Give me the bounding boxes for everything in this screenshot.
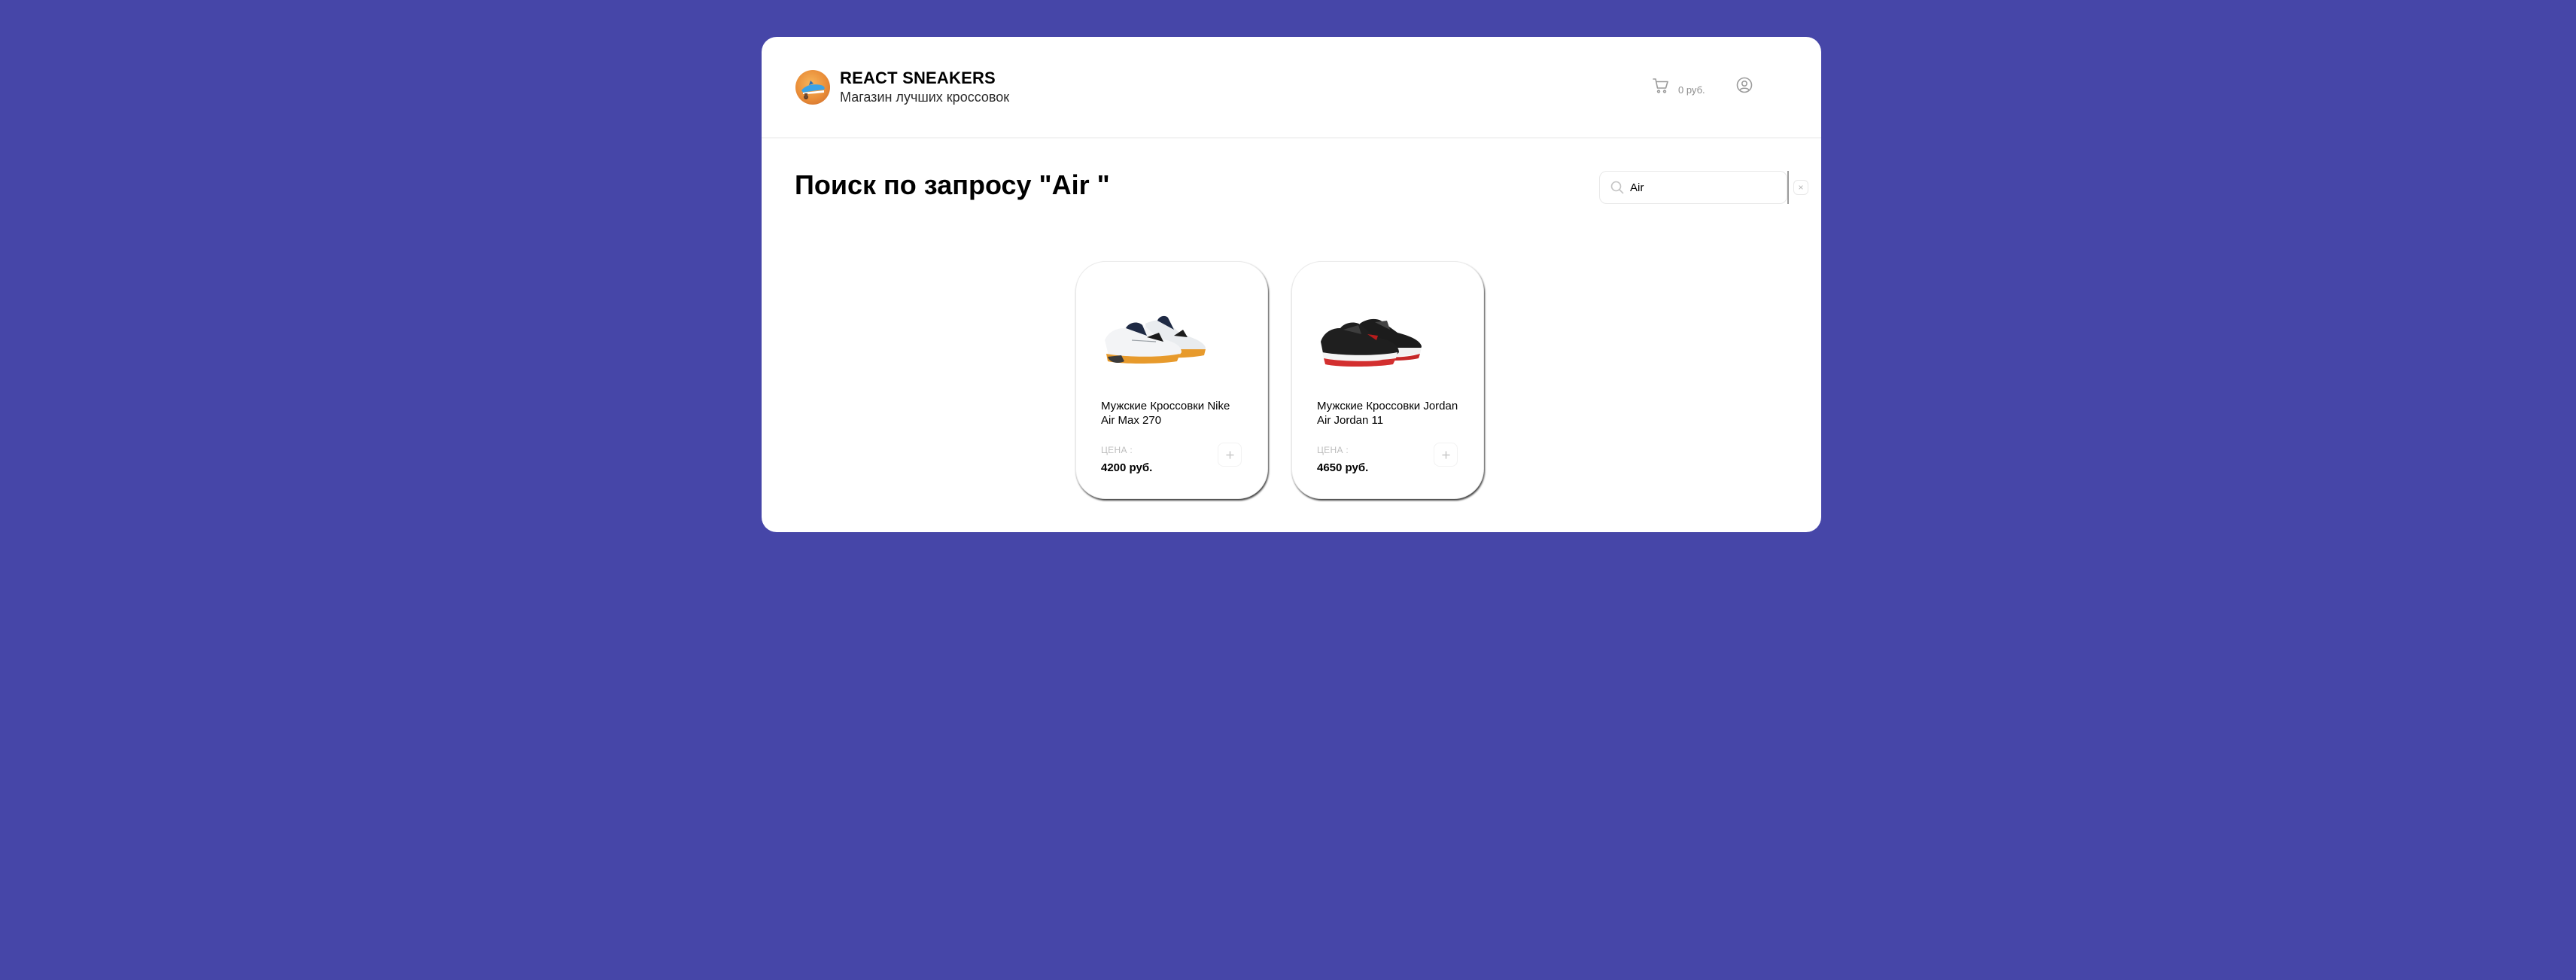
search-divider	[1787, 171, 1789, 204]
clear-search-button[interactable]: ×	[1793, 180, 1808, 195]
product-card: Мужские Кроссовки Nike Air Max 270 ЦЕНА …	[1075, 261, 1268, 499]
cart-icon	[1653, 78, 1668, 93]
brand-title: REACT SNEAKERS	[840, 68, 996, 87]
sneaker-image	[1315, 291, 1428, 373]
product-name: Мужские Кроссовки Jordan Air Jordan 11	[1317, 400, 1458, 427]
site-header: REACT SNEAKERS Магазин лучших кроссовок …	[762, 37, 1821, 138]
user-icon	[1736, 77, 1753, 93]
search-icon	[1610, 181, 1624, 194]
plus-icon	[1225, 450, 1234, 459]
add-to-cart-button[interactable]	[1218, 443, 1242, 467]
search-input[interactable]	[1630, 179, 1776, 196]
cart-total: 0 руб.	[1678, 84, 1705, 96]
logo-icon[interactable]	[795, 70, 830, 105]
price-label: ЦЕНА :	[1101, 445, 1133, 455]
profile-button[interactable]	[1736, 77, 1753, 93]
plus-icon	[1441, 450, 1450, 459]
brand-subtitle: Магазин лучших кроссовок	[840, 90, 1010, 105]
product-name: Мужские Кроссовки Nike Air Max 270	[1101, 400, 1230, 427]
price-label: ЦЕНА :	[1317, 445, 1349, 455]
page-title: Поиск по запросу "Air "	[795, 169, 1110, 200]
product-card: Мужские Кроссовки Jordan Air Jordan 11 Ц…	[1291, 261, 1484, 499]
sneaker-image	[1099, 291, 1212, 373]
add-to-cart-button[interactable]	[1434, 443, 1458, 467]
store-panel: REACT SNEAKERS Магазин лучших кроссовок …	[762, 37, 1821, 532]
cart-button[interactable]: 0 руб.	[1653, 77, 1705, 96]
price-value: 4200 руб.	[1101, 461, 1153, 474]
search-box	[1599, 171, 1787, 204]
price-value: 4650 руб.	[1317, 461, 1369, 474]
